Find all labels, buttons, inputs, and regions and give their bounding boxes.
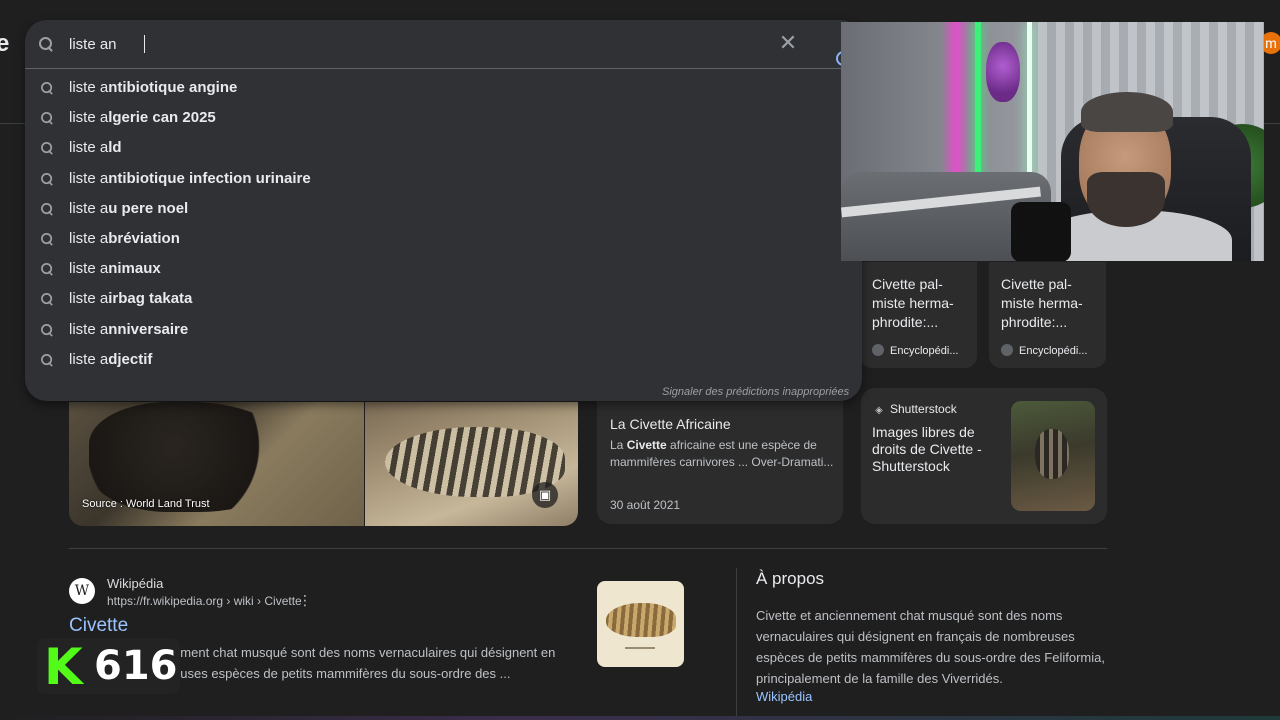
image-result-source: Encyclopédi... [1001,344,1087,357]
google-logo-fragment[interactable]: e [0,30,9,58]
image-result-title: Civette pal-miste herma-phrodite:... [872,276,954,330]
suggestion-text: liste adjectif [69,350,153,368]
report-predictions-link[interactable]: Signaler des prédictions inappropriées [662,386,849,398]
text-caret [144,35,145,53]
article-snippet: La Civette africaine est une espèce de m… [610,438,834,469]
card-thumbnail [1011,401,1095,511]
image-search-icon[interactable]: ▣ [532,482,558,508]
suggestion-text: liste abréviation [69,229,180,247]
search-icon [40,293,54,307]
viewer-count: 616 [94,643,178,689]
suggestion-text: liste antibiotique angine [69,79,238,96]
webcam-microphone [1011,202,1071,261]
card-title: Images libres de droits de Civette - Shu… [872,424,982,474]
search-icon [40,262,54,276]
result-site-name[interactable]: Wikipédia [107,576,163,591]
about-source-link[interactable]: Wikipédia [756,689,812,704]
search-bar: ✕ [25,20,862,69]
suggestion-item[interactable]: liste antibiotique infection urinaire [25,163,862,193]
article-card-civette-africaine[interactable]: La Civette Africaine La Civette africain… [597,388,843,524]
image-result-title: Civette pal-miste herma-phrodite:... [1001,276,1083,330]
webcam-overlay [841,22,1264,261]
bottom-edge [0,716,1280,720]
suggestion-item[interactable]: liste abréviation [25,223,862,253]
search-icon [40,111,54,125]
suggestion-item[interactable]: liste algerie can 2025 [25,102,862,132]
suggestion-item[interactable]: liste airbag takata [25,283,862,313]
more-options-icon[interactable]: ⋮ [298,592,312,609]
clear-search-button[interactable]: ✕ [777,33,799,55]
suggestion-item[interactable]: liste anniversaire [25,314,862,344]
suggestion-text: liste anniversaire [69,320,189,338]
civet-photo-right[interactable]: ▣ [365,402,578,526]
image-result-source: Encyclopédi... [872,344,958,357]
article-title: La Civette Africaine [610,416,731,432]
suggestion-text: liste antibiotique infection urinaire [69,169,311,187]
suggestion-item[interactable]: liste adjectif [25,344,862,374]
viewer-count-badge: K 616 [37,638,180,694]
suggestion-text: liste au pere noel [69,199,189,217]
suggestion-item[interactable]: liste ald [25,132,862,162]
search-icon [40,232,54,246]
search-autocomplete-panel: ✕ liste antibiotique angine liste algeri… [25,20,862,401]
webcam-lamp [986,42,1020,102]
image-result-card[interactable]: Civette pal-miste herma-phrodite:... Enc… [860,262,977,368]
suggestion-item[interactable]: liste au pere noel [25,193,862,223]
search-icon [40,353,54,367]
suggestion-text: liste algerie can 2025 [69,109,216,127]
image-source-caption: Source : World Land Trust [82,498,210,510]
search-icon [40,172,54,186]
suggestion-item[interactable]: liste animaux [25,253,862,283]
search-input[interactable] [69,33,769,55]
search-icon [40,202,54,216]
webcam-person-beard [1087,172,1165,227]
section-divider [69,548,1107,549]
article-date: 30 août 2021 [610,498,681,512]
about-description: Civette et anciennement chat musqué sont… [756,608,1105,686]
suggestion-text: liste airbag takata [69,290,193,308]
webcam-person-hair [1081,92,1173,132]
suggestion-text: liste ald [69,139,122,157]
suggestion-text: liste animaux [69,260,161,278]
civet-photo-left[interactable]: Source : World Land Trust [69,402,364,526]
card-source: ◈ Shutterstock [873,402,957,417]
suggestion-list: liste antibiotique angine liste algerie … [25,72,862,374]
about-separator [736,568,737,720]
result-title-link[interactable]: Civette [69,615,128,637]
article-card-shutterstock[interactable]: ◈ Shutterstock Images libres de droits de… [861,388,1107,524]
shutterstock-icon: ◈ [875,405,883,416]
search-icon [40,81,54,95]
kick-logo-icon: K [44,638,83,696]
civet-image [89,402,299,512]
globe-icon [1001,344,1013,356]
suggestion-item[interactable]: liste antibiotique angine [25,72,862,102]
result-thumbnail[interactable] [597,581,684,667]
image-result-card[interactable]: Civette pal-miste herma-phrodite:... Enc… [989,262,1106,368]
search-icon [38,36,54,52]
search-icon [40,142,54,156]
search-submit-button[interactable] [822,34,851,66]
globe-icon [872,344,884,356]
about-heading: À propos [756,569,825,588]
result-url[interactable]: https://fr.wikipedia.org › wiki › Civett… [107,594,302,608]
wikipedia-favicon: W [69,578,95,604]
search-icon [40,323,54,337]
